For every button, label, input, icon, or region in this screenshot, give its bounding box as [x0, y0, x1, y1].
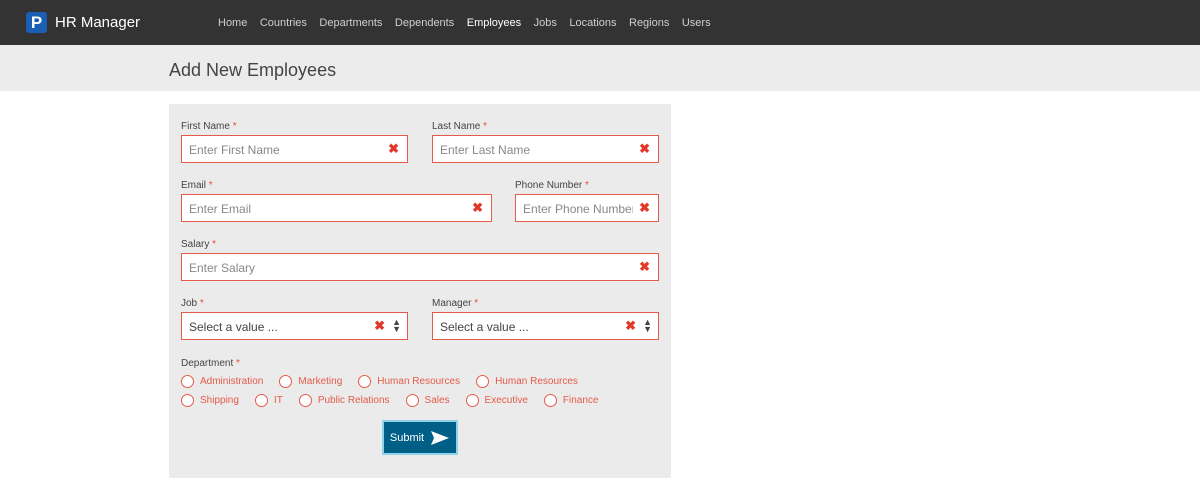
email-placeholder: Enter Email [189, 202, 252, 216]
page-header: Add New Employees [0, 45, 1200, 91]
brand-name: HR Manager [55, 14, 141, 31]
radio-circle[interactable] [181, 394, 194, 407]
salary-field[interactable]: Enter Salary ✖ [181, 253, 659, 281]
manager-label: Manager * [432, 298, 479, 309]
send-icon [431, 430, 450, 445]
manager-select[interactable]: Select a value ... ✖ ▲ ▼ [432, 312, 659, 340]
clear-icon[interactable]: ✖ [639, 141, 650, 157]
brand-logo-icon: P [26, 12, 47, 33]
first-name-placeholder: Enter First Name [189, 143, 280, 157]
first-name-label: First Name * [181, 121, 237, 132]
radio-executive[interactable]: Executive [465, 394, 528, 407]
radio-circle[interactable] [476, 375, 490, 388]
nav-regions[interactable]: Regions [629, 17, 669, 29]
salary-placeholder: Enter Salary [189, 261, 256, 275]
radio-circle[interactable] [279, 375, 293, 388]
job-select[interactable]: Select a value ... ✖ ▲ ▼ [181, 312, 408, 340]
sort-arrows-icon[interactable]: ▲ ▼ [392, 318, 401, 334]
clear-icon[interactable]: ✖ [639, 259, 650, 275]
radio-human-resources-2[interactable]: Human Resources [476, 375, 578, 388]
salary-label: Salary * [181, 239, 217, 250]
radio-human-resources[interactable]: Human Resources [358, 375, 460, 388]
nav-countries[interactable]: Countries [260, 17, 307, 29]
nav-users[interactable]: Users [682, 17, 711, 29]
top-navbar: P HR Manager Home Countries Departments … [0, 0, 1200, 45]
clear-icon[interactable]: ✖ [374, 318, 385, 334]
phone-field[interactable]: Enter Phone Number ✖ [515, 194, 659, 222]
radio-circle[interactable] [405, 394, 419, 407]
radio-shipping[interactable]: Shipping [181, 394, 239, 407]
department-label: Department * [181, 358, 240, 369]
radio-circle[interactable] [181, 375, 194, 388]
clear-icon[interactable]: ✖ [472, 200, 483, 216]
page-title: Add New Employees [169, 60, 337, 80]
department-radio-group: Administration Marketing Human Resources… [181, 372, 614, 410]
nav-jobs[interactable]: Jobs [534, 17, 557, 29]
radio-circle[interactable] [298, 394, 312, 407]
submit-button[interactable]: Submit [382, 420, 458, 455]
submit-label: Submit [389, 431, 425, 444]
email-label: Email * [181, 180, 213, 191]
radio-row: Administration Marketing Human Resources… [181, 372, 614, 391]
last-name-placeholder: Enter Last Name [440, 143, 531, 157]
radio-circle[interactable] [543, 394, 557, 407]
sort-arrows-icon[interactable]: ▲ ▼ [643, 318, 652, 334]
brand[interactable]: P HR Manager [26, 12, 140, 33]
first-name-field[interactable]: Enter First Name ✖ [181, 135, 408, 163]
radio-finance[interactable]: Finance [543, 394, 598, 407]
radio-administration[interactable]: Administration [181, 375, 263, 388]
clear-icon[interactable]: ✖ [388, 141, 399, 157]
phone-placeholder: Enter Phone Number [523, 202, 633, 216]
nav-departments[interactable]: Departments [319, 17, 382, 29]
phone-label: Phone Number * [515, 180, 589, 191]
nav-locations[interactable]: Locations [569, 17, 616, 29]
last-name-field[interactable]: Enter Last Name ✖ [432, 135, 659, 163]
radio-public-relations[interactable]: Public Relations [298, 394, 390, 407]
radio-circle[interactable] [358, 375, 372, 388]
job-select-value: Select a value ... [189, 320, 278, 334]
main-nav: Home Countries Departments Dependents Em… [218, 17, 723, 29]
radio-marketing[interactable]: Marketing [279, 375, 342, 388]
radio-row: Shipping IT Public Relations Sales Execu… [181, 391, 614, 410]
job-label: Job * [181, 298, 204, 309]
last-name-label: Last Name * [432, 121, 488, 132]
employee-form: First Name * Enter First Name ✖ Last Nam… [169, 104, 671, 478]
nav-employees[interactable]: Employees [467, 17, 521, 29]
nav-home[interactable]: Home [218, 17, 247, 29]
clear-icon[interactable]: ✖ [625, 318, 636, 334]
radio-sales[interactable]: Sales [405, 394, 450, 407]
email-field[interactable]: Enter Email ✖ [181, 194, 492, 222]
nav-dependents[interactable]: Dependents [395, 17, 454, 29]
radio-circle[interactable] [465, 394, 479, 407]
clear-icon[interactable]: ✖ [639, 200, 650, 216]
manager-select-value: Select a value ... [440, 320, 529, 334]
radio-it[interactable]: IT [254, 394, 283, 407]
radio-circle[interactable] [254, 394, 268, 407]
